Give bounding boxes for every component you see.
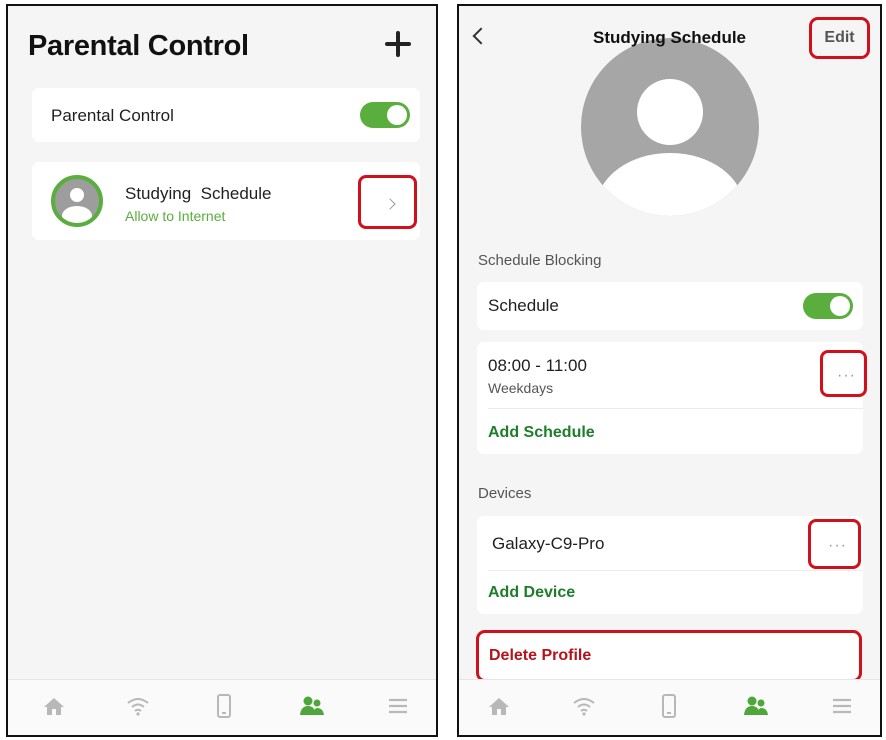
user-avatar-icon — [51, 175, 103, 227]
bottom-nav — [459, 679, 880, 735]
divider — [488, 408, 863, 409]
schedule-blocking-header: Schedule Blocking — [478, 252, 602, 269]
chevron-right-icon — [384, 198, 396, 210]
family-icon[interactable] — [298, 692, 326, 720]
edit-button[interactable]: Edit — [809, 17, 870, 59]
parental-control-screen: Parental Control Parental Control Studyi… — [6, 4, 438, 737]
device-icon[interactable] — [210, 692, 238, 720]
page-title: Parental Control — [28, 30, 249, 62]
devices-list: Galaxy-C9-Pro ··· Add Device — [477, 516, 863, 614]
schedule-label: Schedule — [488, 296, 559, 315]
schedule-row: Schedule — [477, 282, 863, 330]
profile-card[interactable]: Studying Schedule Allow to Internet — [32, 162, 420, 240]
bottom-nav — [8, 679, 436, 735]
wifi-icon[interactable] — [570, 692, 598, 720]
wifi-icon[interactable] — [124, 692, 152, 720]
profile-avatar-icon — [581, 38, 759, 216]
menu-icon[interactable] — [384, 692, 412, 720]
schedule-more-button[interactable]: ··· — [820, 350, 867, 397]
profile-detail-screen: Studying Schedule Edit Schedule Blocking… — [457, 4, 882, 737]
menu-icon[interactable] — [828, 692, 856, 720]
home-icon[interactable] — [485, 692, 513, 720]
more-icon: ··· — [828, 537, 847, 554]
family-icon[interactable] — [742, 692, 770, 720]
plus-icon[interactable] — [382, 28, 414, 60]
parental-control-row: Parental Control — [32, 88, 420, 142]
divider — [488, 570, 863, 571]
profile-name: Studying Schedule — [125, 184, 272, 203]
schedule-list: 08:00 - 11:00 Weekdays ··· Add Schedule — [477, 342, 867, 454]
add-device-button[interactable]: Add Device — [488, 584, 575, 602]
device-name: Galaxy-C9-Pro — [492, 534, 605, 553]
add-schedule-button[interactable]: Add Schedule — [488, 424, 595, 442]
delete-profile-label: Delete Profile — [489, 647, 592, 664]
profile-status: Allow to Internet — [125, 208, 226, 224]
parental-control-toggle[interactable] — [360, 102, 410, 128]
device-more-button[interactable]: ··· — [808, 519, 861, 569]
profile-open-button[interactable] — [358, 175, 417, 229]
device-icon[interactable] — [655, 692, 683, 720]
delete-profile-button[interactable]: Delete Profile — [476, 630, 862, 682]
parental-control-label: Parental Control — [51, 106, 174, 125]
schedule-time: 08:00 - 11:00 — [488, 356, 587, 375]
schedule-toggle[interactable] — [803, 293, 853, 319]
more-icon: ··· — [837, 367, 856, 384]
devices-header: Devices — [478, 485, 532, 502]
schedule-days: Weekdays — [488, 380, 554, 396]
home-icon[interactable] — [40, 692, 68, 720]
